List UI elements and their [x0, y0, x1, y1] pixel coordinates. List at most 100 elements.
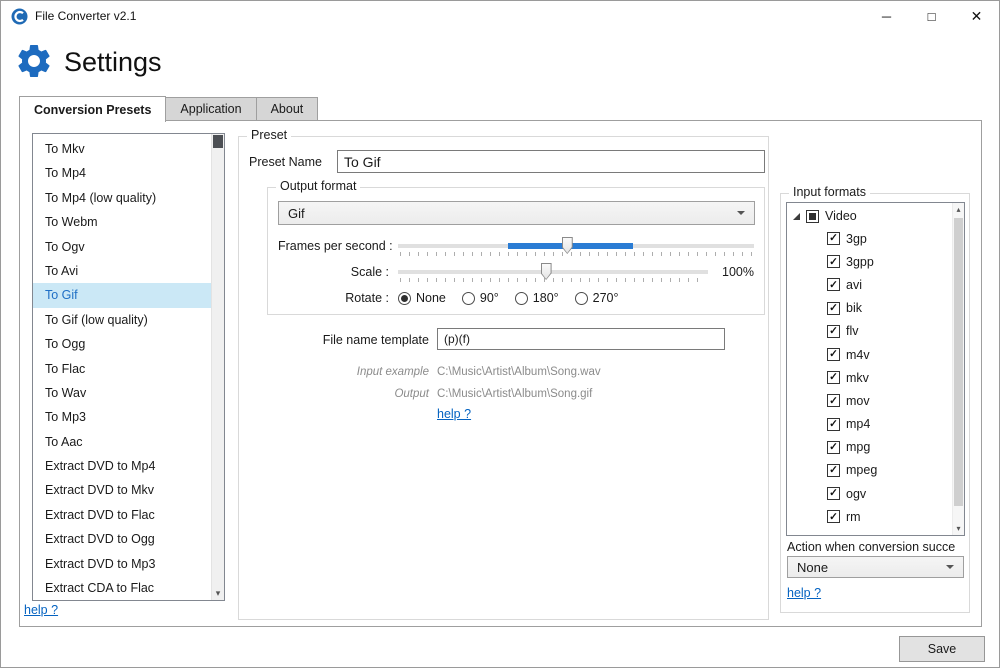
video-group-checkbox[interactable]: [806, 210, 819, 223]
format-checkbox[interactable]: ✓: [827, 464, 840, 477]
chevron-down-icon: [946, 565, 954, 569]
preset-list-item[interactable]: To Gif: [33, 283, 224, 307]
format-item-row: ✓ m4v: [787, 343, 964, 366]
preset-list-item[interactable]: To Flac: [33, 357, 224, 381]
preset-list-item[interactable]: To Ogg: [33, 332, 224, 356]
format-tree-scrollbar[interactable]: ▴ ▾: [952, 203, 964, 535]
radio-icon[interactable]: [462, 292, 475, 305]
input-formats-group-label: Input formats: [789, 185, 870, 199]
format-checkbox[interactable]: ✓: [827, 325, 840, 338]
format-checkbox[interactable]: ✓: [827, 418, 840, 431]
preset-group-label: Preset: [247, 128, 291, 142]
output-format-dropdown[interactable]: Gif: [278, 201, 755, 225]
format-item-row: ✓3gp: [787, 227, 964, 250]
format-checkbox[interactable]: ✓: [827, 371, 840, 384]
conversion-action-label: Action when conversion succe: [787, 540, 968, 554]
format-item-row: ✓mkv: [787, 366, 964, 389]
format-label: mpeg: [846, 463, 877, 477]
titlebar: File Converter v2.1 ─ □ ✕: [1, 1, 999, 31]
settings-header: Settings: [14, 41, 162, 84]
radio-icon[interactable]: [398, 292, 411, 305]
tab-application[interactable]: Application: [165, 97, 256, 120]
preset-list-item[interactable]: To Ogv: [33, 235, 224, 259]
radio-icon[interactable]: [515, 292, 528, 305]
file-name-template-input[interactable]: [437, 328, 725, 350]
preset-list-item[interactable]: To Mp4 (low quality): [33, 186, 224, 210]
preset-list-items: To MkvTo Mp4To Mp4 (low quality)To WebmT…: [33, 137, 224, 600]
window-controls: ─ □ ✕: [864, 1, 999, 31]
preset-list-item[interactable]: To Mp4: [33, 161, 224, 185]
format-checkbox[interactable]: ✓: [827, 232, 840, 245]
preset-list-item[interactable]: To Gif (low quality): [33, 308, 224, 332]
rotate-option-label: 270°: [593, 291, 619, 305]
format-checkbox[interactable]: ✓: [827, 302, 840, 315]
format-checkbox[interactable]: ✓: [827, 441, 840, 454]
expander-icon[interactable]: [793, 213, 800, 220]
format-checkbox[interactable]: ✓: [827, 394, 840, 407]
formats-help-link[interactable]: help ?: [787, 586, 821, 600]
format-checkbox[interactable]: ✓: [827, 487, 840, 500]
preset-name-input[interactable]: [337, 150, 765, 173]
preset-list-scrollbar[interactable]: ▾: [211, 134, 224, 600]
format-label: mpg: [846, 440, 870, 454]
format-label: m4v: [846, 348, 870, 362]
rotate-label: Rotate :: [278, 291, 398, 305]
format-item-row: ✓ mpeg: [787, 459, 964, 482]
format-checkbox[interactable]: ✓: [827, 348, 840, 361]
format-checkbox[interactable]: ✓: [827, 255, 840, 268]
preset-list-item[interactable]: Extract CDA to Flac: [33, 576, 224, 600]
tab-conversion-presets[interactable]: Conversion Presets: [19, 96, 166, 122]
format-label: 3gpp: [846, 255, 874, 269]
rotate-option[interactable]: 90°: [462, 291, 499, 305]
format-checkbox[interactable]: ✓: [827, 510, 840, 523]
preset-list-item[interactable]: To Mp3: [33, 405, 224, 429]
scale-slider[interactable]: [398, 261, 708, 283]
conversion-action-dropdown[interactable]: None: [787, 556, 964, 578]
input-formats-groupbox: Input formats Video ✓3gp✓3gpp✓avi✓bik✓fl…: [780, 193, 970, 613]
format-item-row: ✓avi: [787, 273, 964, 296]
scale-value: 100%: [712, 265, 754, 279]
save-button[interactable]: Save: [899, 636, 985, 662]
maximize-button[interactable]: □: [909, 1, 954, 31]
format-checkbox[interactable]: ✓: [827, 278, 840, 291]
scroll-down-icon[interactable]: ▾: [953, 522, 964, 535]
preset-list-item[interactable]: Extract DVD to Mp3: [33, 552, 224, 576]
preset-list-item[interactable]: To Wav: [33, 381, 224, 405]
output-example-value: C:\Music\Artist\Album\Song.gif: [437, 388, 592, 400]
format-item-row: ✓mov: [787, 389, 964, 412]
rotate-option[interactable]: None: [398, 291, 446, 305]
format-label: mp4: [846, 417, 870, 431]
scroll-thumb[interactable]: [954, 218, 963, 506]
format-item-row: ✓ rm: [787, 505, 964, 528]
scroll-thumb[interactable]: [213, 135, 223, 148]
rotate-option[interactable]: 270°: [575, 291, 619, 305]
template-help-link[interactable]: help ?: [437, 407, 471, 421]
preset-name-label: Preset Name: [249, 155, 322, 169]
radio-icon[interactable]: [575, 292, 588, 305]
minimize-button[interactable]: ─: [864, 1, 909, 31]
preset-list-item[interactable]: Extract DVD to Flac: [33, 503, 224, 527]
rotate-option[interactable]: 180°: [515, 291, 559, 305]
tab-about[interactable]: About: [256, 97, 319, 120]
fps-slider[interactable]: [398, 235, 754, 257]
format-tree-root[interactable]: Video: [787, 203, 964, 227]
format-label: rm: [846, 510, 861, 524]
scroll-down-icon[interactable]: ▾: [212, 586, 224, 600]
rotate-option-label: 90°: [480, 291, 499, 305]
preset-list-item[interactable]: To Mkv: [33, 137, 224, 161]
input-example-label: Input example: [297, 366, 429, 378]
content-panel: To MkvTo Mp4To Mp4 (low quality)To WebmT…: [19, 120, 982, 627]
rotate-option-label: 180°: [533, 291, 559, 305]
preset-list-item[interactable]: To Avi: [33, 259, 224, 283]
format-label: flv: [846, 324, 859, 338]
fps-row: Frames per second :: [278, 235, 754, 257]
preset-list-item[interactable]: Extract DVD to Ogg: [33, 527, 224, 551]
preset-list-item[interactable]: To Aac: [33, 430, 224, 454]
scroll-up-icon[interactable]: ▴: [953, 203, 964, 216]
preset-list-item[interactable]: To Webm: [33, 210, 224, 234]
tabstrip: Conversion Presets Application About: [19, 95, 317, 121]
preset-list-item[interactable]: Extract DVD to Mp4: [33, 454, 224, 478]
close-button[interactable]: ✕: [954, 1, 999, 31]
preset-list-item[interactable]: Extract DVD to Mkv: [33, 478, 224, 502]
presets-help-link[interactable]: help ?: [24, 603, 58, 617]
